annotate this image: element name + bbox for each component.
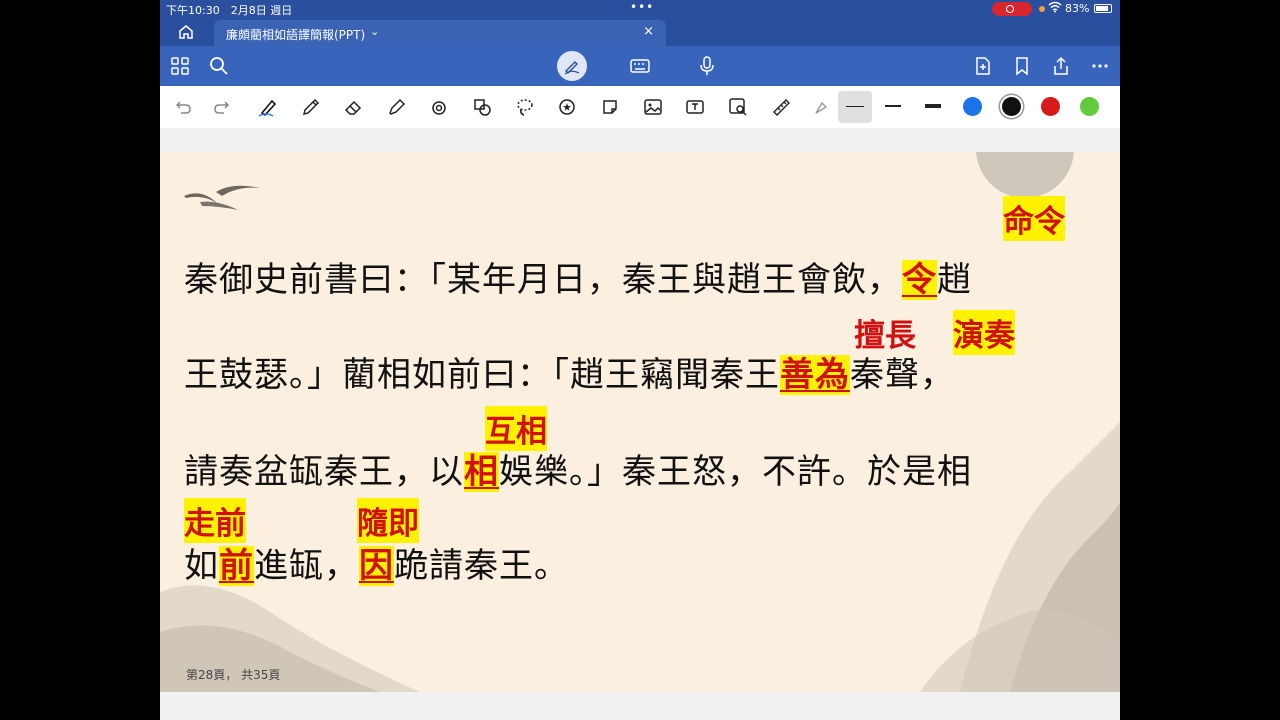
thickness-medium-button[interactable]	[885, 105, 901, 107]
shapes-icon[interactable]	[472, 97, 492, 117]
line1-text-b: 趙	[937, 260, 972, 300]
multitask-dots-icon[interactable]: •••	[630, 0, 654, 14]
microphone-icon[interactable]	[697, 56, 717, 76]
image-search-icon[interactable]	[728, 97, 748, 117]
document-tab-title: 廉頗藺相如語譯簡報(PPT)	[226, 28, 366, 42]
battery-percent: 83%	[1065, 2, 1090, 15]
wifi-icon	[1048, 1, 1062, 16]
slide-canvas[interactable]: 命令 擅長 演奏 互相 走前 隨即 秦御史前書曰：「某年月日，秦王與趙王會飲，令…	[160, 152, 1120, 692]
line3-text-b: 娛樂。」秦王怒，不許。於是相	[499, 452, 972, 492]
slide-text-line-4: 如前進缻，因跪請秦王。	[184, 538, 569, 587]
grid-menu-icon[interactable]	[170, 56, 190, 76]
line2-text-b: 秦聲，	[850, 355, 955, 395]
pen-tip-icon[interactable]	[810, 97, 830, 117]
draw-toolbar	[160, 86, 1120, 129]
document-tab[interactable]: 廉頗藺相如語譯簡報(PPT) ⌄ ×	[214, 20, 666, 46]
more-options-icon[interactable]	[1090, 56, 1110, 76]
add-page-icon[interactable]	[973, 56, 993, 76]
document-tab-bar: 廉頗藺相如語譯簡報(PPT) ⌄ ×	[160, 18, 1120, 46]
slide-bottom-margin	[160, 692, 1120, 720]
lasso-select-icon[interactable]	[515, 97, 535, 117]
ipad-screen: 下午10:30 2月8日 週日 ••• 83% 廉頗藺相如語譯簡報(PPT) ⌄…	[160, 0, 1120, 720]
close-tab-button[interactable]: ×	[643, 24, 654, 39]
pen-icon[interactable]	[258, 97, 278, 117]
color-green-button[interactable]	[1080, 97, 1099, 116]
keyboard-icon[interactable]	[630, 56, 650, 76]
color-red-button[interactable]	[1041, 97, 1060, 116]
moon-decoration	[976, 152, 1074, 198]
eraser-icon[interactable]	[343, 97, 363, 117]
ruler-icon[interactable]	[771, 97, 791, 117]
status-bar: 下午10:30 2月8日 週日 ••• 83%	[160, 0, 1120, 18]
pencil-icon[interactable]	[301, 97, 321, 117]
slide-text-line-2: 王鼓瑟。」藺相如前曰：「趙王竊聞秦王善為秦聲，	[184, 347, 955, 396]
line1-text-a: 秦御史前書曰：「某年月日，秦王與趙王會飲，	[184, 260, 902, 300]
annotation-wei: 演奏	[953, 310, 1015, 355]
thickness-thick-button[interactable]	[925, 104, 941, 108]
birds-decoration	[184, 185, 260, 210]
annotation-ling: 命令	[1003, 196, 1065, 241]
highlight-qian: 前	[219, 546, 254, 586]
image-icon[interactable]	[643, 97, 663, 117]
thickness-thin-line	[846, 106, 864, 107]
text-box-icon[interactable]	[685, 97, 705, 117]
app-toolbar	[160, 46, 1120, 86]
line4-text-a: 如	[184, 546, 219, 586]
battery-icon	[1094, 4, 1112, 13]
undo-icon[interactable]	[173, 97, 193, 117]
slide-text-line-3: 請奏盆缻秦王，以相娛樂。」秦王怒，不許。於是相	[184, 444, 972, 493]
search-icon[interactable]	[209, 56, 229, 76]
bookmark-icon[interactable]	[1012, 56, 1032, 76]
page-number: 第28頁， 共35頁	[186, 668, 281, 682]
color-black-button[interactable]	[1002, 97, 1021, 116]
stamp-icon[interactable]	[557, 97, 577, 117]
highlight-xiang: 相	[464, 452, 499, 492]
slide-top-margin	[160, 128, 1120, 152]
highlight-ling: 令	[902, 260, 937, 300]
ink-to-shape-icon[interactable]	[429, 97, 449, 117]
line2-text-a: 王鼓瑟。」藺相如前曰：「趙王竊聞秦王	[184, 355, 780, 395]
thickness-thin-button[interactable]	[838, 91, 872, 123]
highlighter-icon[interactable]	[386, 97, 406, 117]
status-time: 下午10:30 2月8日 週日	[166, 4, 293, 17]
chevron-down-icon[interactable]: ⌄	[370, 25, 379, 38]
screen-recording-icon[interactable]	[992, 2, 1032, 16]
sticky-note-icon[interactable]	[600, 97, 620, 117]
share-icon[interactable]	[1051, 56, 1071, 76]
highlight-shanwei: 善為	[780, 355, 850, 395]
highlight-yin: 因	[359, 546, 394, 586]
draw-mode-button[interactable]	[557, 51, 587, 81]
home-icon[interactable]	[178, 24, 196, 42]
slide-text-line-1: 秦御史前書曰：「某年月日，秦王與趙王會飲，令趙	[184, 252, 972, 301]
line3-text-a: 請奏盆缻秦王，以	[184, 452, 464, 492]
color-blue-button[interactable]	[963, 97, 982, 116]
annotation-qian: 走前	[184, 498, 246, 543]
mic-indicator-icon	[1039, 6, 1045, 12]
redo-icon[interactable]	[212, 97, 232, 117]
line4-text-c: 跪請秦王。	[394, 546, 569, 586]
annotation-yin: 隨即	[357, 498, 419, 543]
line4-text-b: 進缻，	[254, 546, 359, 586]
